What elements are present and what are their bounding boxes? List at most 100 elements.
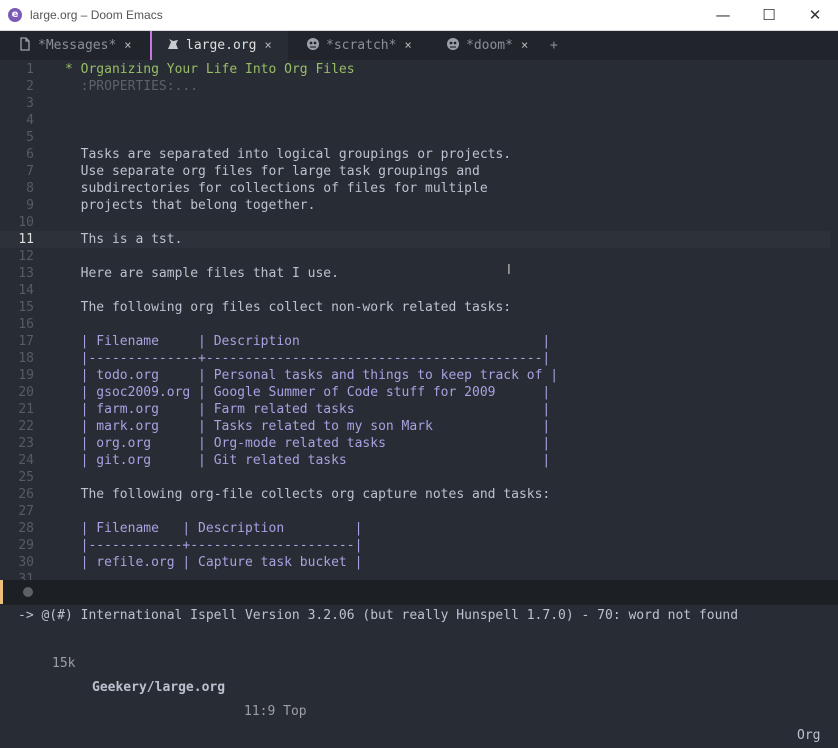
- tab-label: *Messages*: [38, 38, 117, 53]
- close-window-button[interactable]: ✕: [792, 0, 838, 31]
- line-number: 18: [18, 351, 34, 366]
- line-text: Here are sample files that I use.: [65, 266, 339, 281]
- code-line[interactable]: 17 | Filename | Description |: [0, 333, 830, 350]
- line-text: |------------+---------------------|: [65, 538, 363, 553]
- code-line[interactable]: 14: [0, 282, 830, 299]
- tab-label: *doom*: [466, 38, 513, 53]
- line-number: 1: [26, 62, 34, 77]
- line-text: | org.org | Org-mode related tasks |: [65, 436, 551, 451]
- line-number: 10: [18, 215, 34, 230]
- line-number: 17: [18, 334, 34, 349]
- line-text: Ths is a tst.: [65, 232, 183, 247]
- code-line[interactable]: 1 * Organizing Your Life Into Org Files: [0, 61, 830, 78]
- code-line[interactable]: 2 :PROPERTIES:...: [0, 78, 830, 95]
- tab-label: large.org: [186, 38, 257, 53]
- line-number: 9: [26, 198, 34, 213]
- tab-large-org[interactable]: large.org ×: [150, 31, 288, 60]
- cursor-position: 11:9 Top: [244, 704, 307, 719]
- code-line[interactable]: 6 Tasks are separated into logical group…: [0, 146, 830, 163]
- minimize-button[interactable]: —: [700, 0, 746, 31]
- line-text: | refile.org | Capture task bucket |: [65, 555, 363, 570]
- code-line[interactable]: 9 projects that belong together.: [0, 197, 830, 214]
- mode-line: 15k Geekery/large.org 11:9 Top Org: [0, 580, 838, 743]
- line-text: | Filename | Description |: [65, 334, 551, 349]
- code-line[interactable]: 15 The following org files collect non-w…: [0, 299, 830, 316]
- doom-icon: [446, 33, 460, 50]
- line-text: * Organizing Your Life Into Org Files: [65, 62, 355, 77]
- emacs-icon: e: [8, 8, 22, 22]
- code-line[interactable]: 22 | mark.org | Tasks related to my son …: [0, 418, 830, 435]
- line-number: 31: [18, 572, 34, 580]
- line-number: 21: [18, 402, 34, 417]
- tab-scratch[interactable]: *scratch* ×: [306, 31, 412, 60]
- tab-doom[interactable]: *doom* ×: [446, 31, 528, 60]
- minibuffer[interactable]: -> @(#) International Ispell Version 3.2…: [0, 604, 838, 641]
- tab-close-icon[interactable]: ×: [124, 38, 131, 52]
- code-line[interactable]: 3: [0, 95, 830, 112]
- line-text: |--------------+------------------------…: [65, 351, 551, 366]
- line-text: The following org-file collects org capt…: [65, 487, 551, 502]
- line-number: 11: [18, 232, 34, 247]
- line-number: 28: [18, 521, 34, 536]
- tab-bar: *Messages* × large.org × *scratch* × *doom*…: [0, 31, 838, 60]
- code-line[interactable]: 23 | org.org | Org-mode related tasks |: [0, 435, 830, 452]
- line-number: 24: [18, 453, 34, 468]
- file-icon: [18, 33, 32, 51]
- tab-close-icon[interactable]: ×: [404, 38, 411, 52]
- line-number: 12: [18, 249, 34, 264]
- line-number: 4: [26, 113, 34, 128]
- code-line[interactable]: 13 Here are sample files that I use.: [0, 265, 830, 282]
- code-line[interactable]: 8 subdirectories for collections of file…: [0, 180, 830, 197]
- code-line[interactable]: 21 | farm.org | Farm related tasks |: [0, 401, 830, 418]
- echo-area-message: -> @(#) International Ispell Version 3.2…: [18, 608, 739, 623]
- code-line[interactable]: 24 | git.org | Git related tasks |: [0, 452, 830, 469]
- code-line[interactable]: 11 Ths is a tst.: [0, 231, 830, 248]
- code-line[interactable]: 12: [0, 248, 830, 265]
- major-mode[interactable]: Org: [797, 724, 820, 748]
- code-line[interactable]: 31: [0, 571, 830, 580]
- code-line[interactable]: 30 | refile.org | Capture task bucket |: [0, 554, 830, 571]
- code-line[interactable]: 10: [0, 214, 830, 231]
- new-tab-button[interactable]: +: [550, 31, 558, 60]
- code-line[interactable]: 4: [0, 112, 830, 129]
- code-line[interactable]: 18 |--------------+---------------------…: [0, 350, 830, 367]
- code-line[interactable]: 27: [0, 503, 830, 520]
- code-line[interactable]: 26 The following org-file collects org c…: [0, 486, 830, 503]
- line-number: 7: [26, 164, 34, 179]
- code-line[interactable]: 7 Use separate org files for large task …: [0, 163, 830, 180]
- line-number: 26: [18, 487, 34, 502]
- code-line[interactable]: 28 | Filename | Description |: [0, 520, 830, 537]
- buffer-name[interactable]: Geekery/large.org: [92, 676, 225, 700]
- tab-close-icon[interactable]: ×: [264, 38, 271, 52]
- org-unicorn-icon: [166, 33, 180, 49]
- tab-messages[interactable]: *Messages* ×: [18, 31, 132, 60]
- line-number: 14: [18, 283, 34, 298]
- line-text: | git.org | Git related tasks |: [65, 453, 551, 468]
- line-text: Use separate org files for large task gr…: [65, 164, 480, 179]
- mouse-ibeam-icon: Ⅰ: [507, 263, 511, 278]
- code-line[interactable]: 5: [0, 129, 830, 146]
- line-number: 23: [18, 436, 34, 451]
- tab-close-icon[interactable]: ×: [521, 38, 528, 52]
- line-number: 30: [18, 555, 34, 570]
- line-number: 16: [18, 317, 34, 332]
- code-line[interactable]: 19 | todo.org | Personal tasks and thing…: [0, 367, 830, 384]
- line-number: 15: [18, 300, 34, 315]
- line-number: 27: [18, 504, 34, 519]
- line-text: | Filename | Description |: [65, 521, 363, 536]
- line-text: | gsoc2009.org | Google Summer of Code s…: [65, 385, 551, 400]
- modeline-indicator: [0, 580, 3, 604]
- line-number: 25: [18, 470, 34, 485]
- line-number: 19: [18, 368, 34, 383]
- line-text: | mark.org | Tasks related to my son Mar…: [65, 419, 551, 434]
- title-bar: e large.org – Doom Emacs — ☐ ✕: [0, 0, 838, 31]
- code-line[interactable]: 25: [0, 469, 830, 486]
- code-line[interactable]: 20 | gsoc2009.org | Google Summer of Cod…: [0, 384, 830, 401]
- line-number: 6: [26, 147, 34, 162]
- line-text: Tasks are separated into logical groupin…: [65, 147, 512, 162]
- code-line[interactable]: 29 |------------+---------------------|: [0, 537, 830, 554]
- maximize-button[interactable]: ☐: [746, 0, 792, 31]
- line-text: | todo.org | Personal tasks and things t…: [65, 368, 559, 383]
- editor-buffer[interactable]: 1 * Organizing Your Life Into Org Files 2 …: [0, 60, 838, 580]
- code-line[interactable]: 16: [0, 316, 830, 333]
